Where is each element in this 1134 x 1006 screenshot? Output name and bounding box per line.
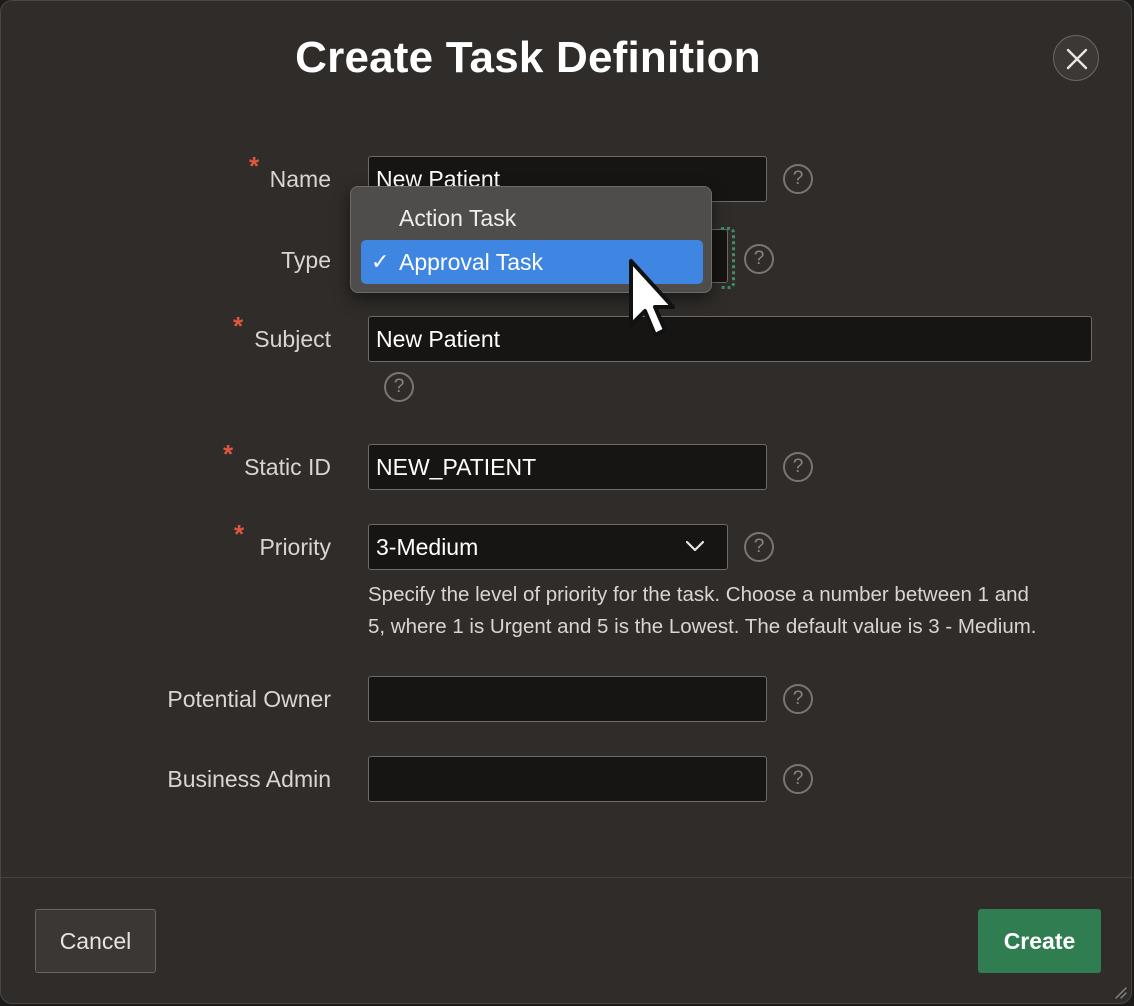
type-option-label: Approval Task <box>399 249 544 275</box>
static-id-help-icon[interactable]: ? <box>783 452 813 482</box>
priority-help-icon[interactable]: ? <box>744 532 774 562</box>
priority-hint-line-2: 5, where 1 is Urgent and 5 is the Lowest… <box>368 615 1037 638</box>
checkmark-icon: ✓ <box>371 249 390 274</box>
subject-help-icon[interactable]: ? <box>384 372 414 402</box>
priority-select[interactable]: 3-Medium <box>368 524 728 570</box>
potential-owner-input[interactable] <box>368 676 767 722</box>
business-admin-input[interactable] <box>368 756 767 802</box>
required-indicator: * <box>249 151 260 181</box>
subject-label: Subject <box>254 326 331 352</box>
resize-grip-icon[interactable] <box>1113 985 1127 999</box>
business-admin-label: Business Admin <box>167 766 331 792</box>
static-id-input[interactable]: NEW_PATIENT <box>368 444 767 490</box>
priority-select-value: 3-Medium <box>376 534 479 560</box>
chevron-down-icon <box>685 540 705 552</box>
priority-hint: Specify the level of priority for the ta… <box>368 579 1098 643</box>
subject-input[interactable]: New Patient <box>368 316 1092 362</box>
name-label: Name <box>269 166 331 192</box>
close-icon <box>1066 48 1088 70</box>
type-option-label: Action Task <box>399 205 517 231</box>
type-label: Type <box>281 247 331 273</box>
priority-hint-line-1: Specify the level of priority for the ta… <box>368 583 1029 606</box>
create-button[interactable]: Create <box>978 909 1101 973</box>
dialog-title: Create Task Definition <box>295 33 761 82</box>
type-select-focus-ring <box>721 227 735 289</box>
business-admin-help-icon[interactable]: ? <box>783 764 813 794</box>
type-help-icon[interactable]: ? <box>744 244 774 274</box>
required-indicator: * <box>234 519 245 549</box>
footer-divider <box>1 877 1131 878</box>
required-indicator: * <box>223 439 234 469</box>
priority-label: Priority <box>259 534 331 560</box>
mouse-pointer-icon <box>629 259 675 337</box>
potential-owner-label: Potential Owner <box>167 686 331 712</box>
cancel-button[interactable]: Cancel <box>35 909 156 973</box>
close-button[interactable] <box>1053 35 1099 81</box>
create-task-definition-dialog: Create Task Definition * Name New Patien… <box>0 0 1132 1004</box>
potential-owner-help-icon[interactable]: ? <box>783 684 813 714</box>
type-option-action-task[interactable]: Action Task <box>361 196 703 240</box>
required-indicator: * <box>233 311 244 341</box>
name-help-icon[interactable]: ? <box>783 164 813 194</box>
static-id-label: Static ID <box>244 454 331 480</box>
